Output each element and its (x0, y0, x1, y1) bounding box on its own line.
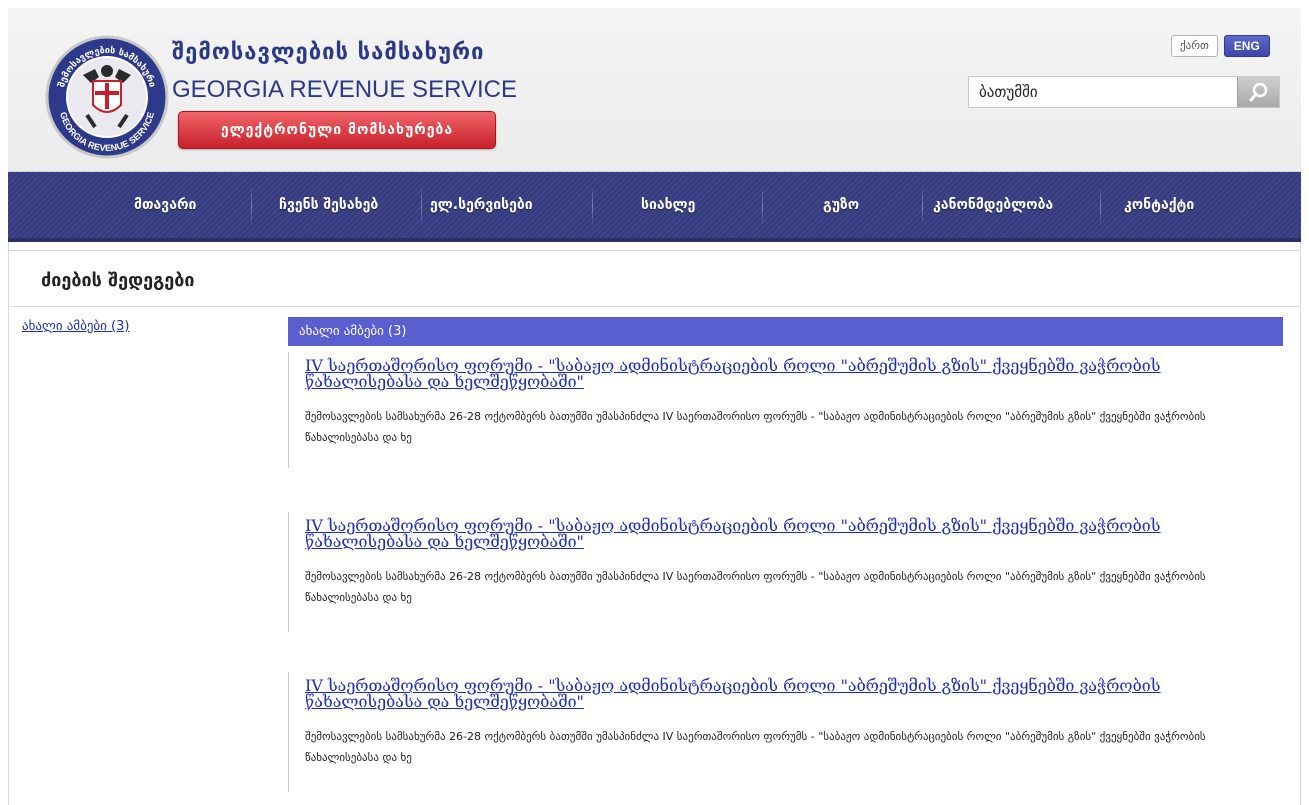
search-result-snippet: შემოსავლების სამსახურმა 26-28 ოქტომბერს … (305, 570, 1206, 604)
revenue-service-logo[interactable]: შემოსავლების სამსახური GEORGIA REVENUE S… (43, 33, 171, 161)
nav-separator (251, 186, 252, 226)
lang-georgian-button[interactable]: ქართ (1171, 35, 1218, 57)
magnifier-icon (1249, 82, 1268, 102)
search-result-title-link[interactable]: IV საერთაშორისო ფორუმი - "საბაჟო ადმინის… (305, 518, 1270, 550)
search-result-item: IV საერთაშორისო ფორუმი - "საბაჟო ადმინის… (288, 512, 1283, 632)
e-services-button[interactable]: ელექტრონული მომსახურება (178, 111, 496, 149)
search-box (968, 76, 1280, 108)
search-result-snippet: შემოსავლების სამსახურმა 26-28 ოქტომბერს … (305, 410, 1206, 444)
search-result-title-link[interactable]: IV საერთაშორისო ფორუმი - "საბაჟო ადმინის… (305, 358, 1270, 390)
search-result-snippet: შემოსავლების სამსახურმა 26-28 ოქტომბერს … (305, 730, 1206, 764)
search-result-title-link[interactable]: IV საერთაშორისო ფორუმი - "საბაჟო ადმინის… (305, 678, 1270, 710)
category-header: ახალი ამბები (3) (288, 317, 1283, 346)
nav-separator (922, 186, 923, 226)
nav-item-home[interactable]: მთავარი (134, 172, 196, 238)
search-input[interactable] (969, 77, 1237, 107)
search-result-item: IV საერთაშორისო ფორუმი - "საბაჟო ადმინის… (288, 352, 1283, 468)
nav-separator (421, 186, 422, 226)
nav-item-eservices[interactable]: ელ.სერვისები (430, 172, 533, 238)
nav-item-guzo[interactable]: გუზო (823, 172, 859, 238)
nav-separator (762, 186, 763, 226)
search-result-item: IV საერთაშორისო ფორუმი - "საბაჟო ადმინის… (288, 672, 1283, 792)
page-title: ძიების შედეგები (41, 270, 195, 291)
language-switcher: ქართ ENG (1171, 35, 1270, 57)
nav-separator (1100, 186, 1101, 226)
sidebar-category-link[interactable]: ახალი ამბები (3) (22, 319, 129, 334)
brand-name-english: GEORGIA REVENUE SERVICE (172, 76, 517, 103)
nav-separator (592, 186, 593, 226)
title-divider (8, 306, 1301, 307)
lang-english-button[interactable]: ENG (1223, 35, 1270, 57)
nav-item-legislation[interactable]: კანონმდებლობა (933, 172, 1053, 238)
nav-item-contact[interactable]: კონტაქტი (1124, 172, 1194, 238)
nav-item-news[interactable]: სიახლე (641, 172, 695, 238)
search-button[interactable] (1237, 77, 1279, 107)
brand-name-georgian: შემოსავლების სამსახური (172, 40, 485, 65)
main-navigation: მთავარი ჩვენს შესახებ ელ.სერვისები სიახლ… (8, 172, 1301, 242)
nav-item-about[interactable]: ჩვენს შესახებ (279, 172, 378, 238)
